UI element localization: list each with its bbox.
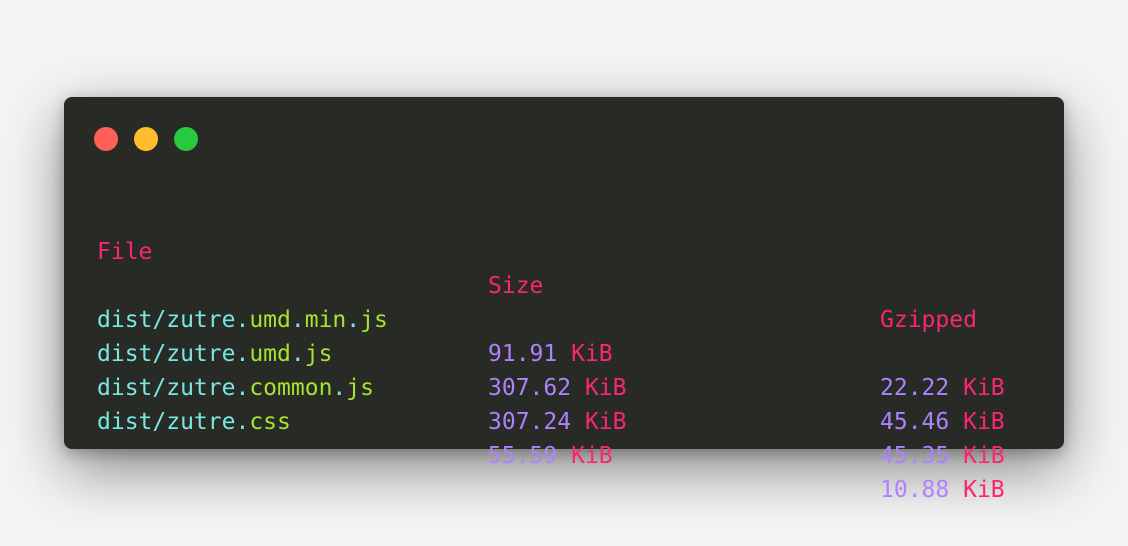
file-ext-part: css — [249, 409, 291, 435]
file-ext-sep: . — [346, 307, 361, 333]
file-ext-sep: . — [290, 341, 305, 367]
gzipped-unit: KiB — [963, 375, 1005, 401]
file-ext-sep: . — [332, 375, 347, 401]
file-ext-part: js — [304, 341, 333, 367]
file-ext-part: js — [346, 375, 374, 401]
gzipped-value: 45.35 — [880, 443, 950, 469]
terminal-window: File Size Gzipped dist/zutre.umd.min.js … — [64, 97, 1064, 503]
file-name: dist/zutre.css — [97, 405, 291, 439]
size-value: 307.24 — [488, 409, 572, 435]
table-header: File Size Gzipped — [97, 201, 977, 333]
size-value: 91.91 — [488, 341, 558, 367]
window-controls — [94, 127, 198, 151]
gzipped-unit: KiB — [963, 409, 1005, 435]
size-value: 55.59 — [488, 443, 558, 469]
minimize-button[interactable] — [134, 127, 158, 151]
file-path: dist/zutre. — [97, 409, 250, 435]
table-row: dist/zutre.css 55.59 KiB 10.88 KiB — [97, 371, 1005, 503]
header-file: File — [97, 239, 153, 265]
file-gzipped: 10.88 KiB — [880, 473, 1005, 507]
table-row: dist/zutre.common.js 307.24 KiB 45.35 Ki… — [97, 337, 1005, 469]
size-unit: KiB — [571, 341, 613, 367]
stage: File Size Gzipped dist/zutre.umd.min.js … — [0, 0, 1128, 546]
size-unit: KiB — [571, 443, 613, 469]
file-size: 55.59 KiB — [488, 439, 613, 473]
file-ext-part: js — [360, 307, 388, 333]
close-button[interactable] — [94, 127, 118, 151]
size-unit: KiB — [584, 409, 627, 435]
file-size: 307.24 KiB — [488, 405, 627, 439]
gzipped-value: 45.46 — [880, 409, 950, 435]
file-gzipped: 45.46 KiB — [880, 405, 1005, 439]
file-gzipped: 45.35 KiB — [880, 439, 1005, 473]
header-gzipped: Gzipped — [880, 307, 977, 333]
file-ext-part: min — [304, 307, 347, 333]
file-size: 307.62 KiB — [488, 371, 627, 405]
file-ext-sep: . — [290, 307, 305, 333]
maximize-button[interactable] — [174, 127, 198, 151]
file-gzipped: 22.22 KiB — [880, 371, 1005, 405]
gzipped-unit: KiB — [963, 477, 1005, 503]
gzipped-unit: KiB — [963, 443, 1005, 469]
size-value: 307.62 — [488, 375, 572, 401]
table-row: dist/zutre.umd.min.js 91.91 KiB 22.22 Ki… — [97, 269, 1005, 401]
file-ext-part: common — [249, 375, 333, 401]
file-ext-part: umd — [249, 341, 291, 367]
gzipped-value: 10.88 — [880, 477, 950, 503]
file-ext-part: umd — [249, 307, 291, 333]
header-size: Size — [488, 273, 544, 299]
size-unit: KiB — [584, 375, 627, 401]
file-size: 91.91 KiB — [488, 337, 613, 371]
gzipped-value: 22.22 — [880, 375, 950, 401]
table-row: dist/zutre.umd.js 307.62 KiB 45.46 KiB — [97, 303, 1005, 435]
